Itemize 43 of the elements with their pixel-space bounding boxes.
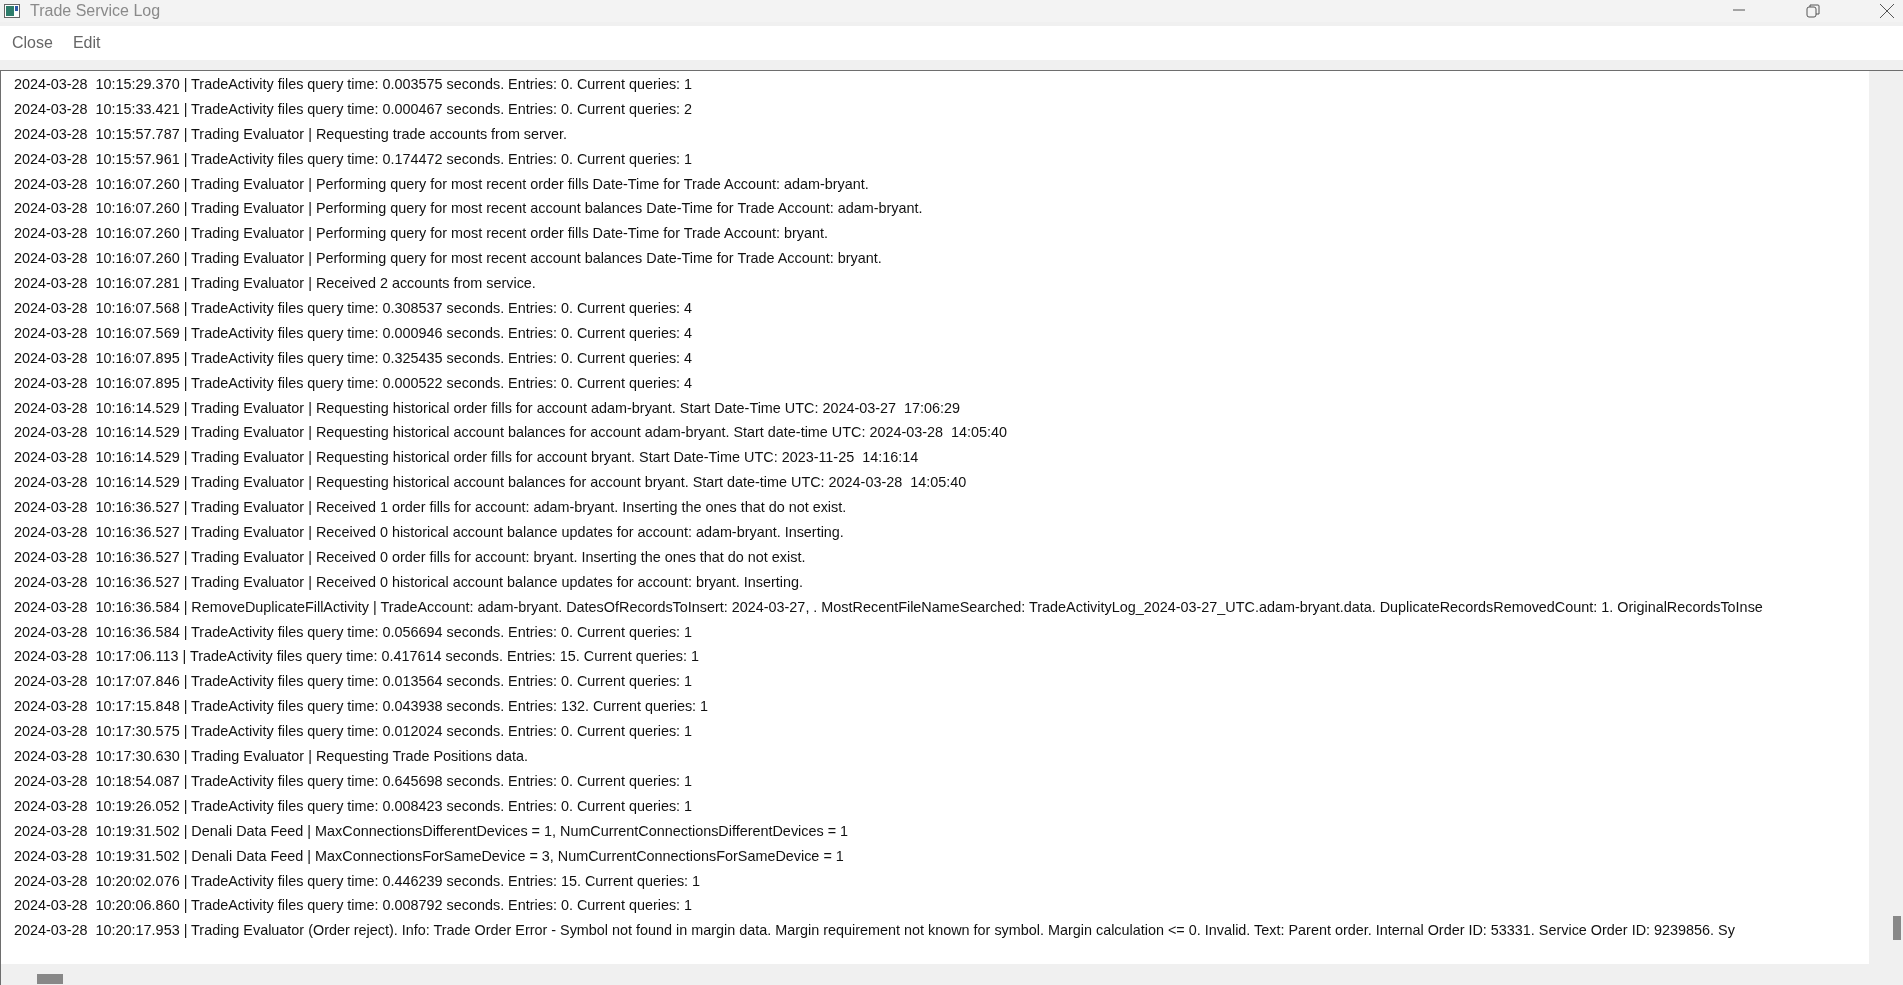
menu-item[interactable]: Edit — [66, 30, 107, 56]
log-line: 2024-03-28 10:16:36.584 | TradeActivity files query time: 0.056694 seconds. Entries: 0. Current queries: 1 — [13, 622, 693, 642]
app-icon — [4, 4, 20, 18]
log-line: 2024-03-28 10:16:14.529 | Trading Evaluator | Requesting historical order fills for account bryant. Start Date-Time UTC: 2023-11-25 14:16:14 — [13, 448, 919, 468]
log-line: 2024-03-28 10:17:30.630 | Trading Evaluator | Requesting Trade Positions data. — [13, 747, 528, 767]
log-line: 2024-03-28 10:15:57.787 | Trading Evaluator | Requesting trade accounts from server. — [13, 124, 568, 144]
restore-icon[interactable] — [1803, 1, 1823, 21]
log-line: 2024-03-28 10:20:06.860 | TradeActivity files query time: 0.008792 seconds. Entries: 0. Current queries: 1 — [13, 896, 693, 916]
log-line: 2024-03-28 10:19:31.502 | Denali Data Feed | MaxConnectionsDifferentDevices = 1, NumCurrentConnectionsDifferentDevices = 1 — [13, 821, 849, 841]
log-line: 2024-03-28 10:19:31.502 | Denali Data Feed | MaxConnectionsForSameDevice = 3, NumCurrentConnectionsForSameDevice = 1 — [13, 846, 844, 866]
log-line: 2024-03-28 10:16:36.527 | Trading Evaluator | Received 0 order fills for account: bryant. Inserting the ones that do not exist. — [13, 547, 806, 567]
log-line: 2024-03-28 10:17:06.113 | TradeActivity files query time: 0.417614 seconds. Entries: 15. Current queries: 1 — [13, 647, 700, 667]
log-line: 2024-03-28 10:16:07.260 | Trading Evaluator | Performing query for most recent order fills Date-Time for Trade Account: adam-bryant. — [13, 174, 869, 194]
log-line: 2024-03-28 10:16:14.529 | Trading Evaluator | Requesting historical account balances for account adam-bryant. Start date-time UTC: 2024-03-28 14:05:40 — [13, 423, 1008, 443]
log-line: 2024-03-28 10:16:07.569 | TradeActivity files query time: 0.000946 seconds. Entries: 0. Current queries: 4 — [13, 323, 693, 343]
log-line: 2024-03-28 10:16:07.281 | Trading Evaluator | Received 2 accounts from service. — [13, 274, 536, 294]
log-line: 2024-03-28 10:16:14.529 | Trading Evaluator | Requesting historical account balances for account bryant. Start date-time UTC: 2024-03-28 14:05:40 — [13, 473, 967, 493]
log-line: 2024-03-28 10:16:36.527 | Trading Evaluator | Received 1 order fills for account: adam-bryant. Inserting the ones that do not exist. — [13, 498, 847, 518]
log-line: 2024-03-28 10:20:17.953 | Trading Evaluator (Order reject). Info: Trade Order Error - Symbol not found in margin data. Margin requirement not known for symbol. Margin calculation <= 0. Invalid. Text: Parent order. Internal Order ID: 53331. Service Order ID: 9239856. Sy — [13, 921, 1735, 941]
log-line: 2024-03-28 10:16:14.529 | Trading Evaluator | Requesting historical order fills for account adam-bryant. Start Date-Time UTC: 2024-03-27 17:06:29 — [13, 398, 961, 418]
log-line: 2024-03-28 10:15:29.370 | TradeActivity files query time: 0.003575 seconds. Entries: 0. Current queries: 1 — [13, 75, 693, 94]
log-line: 2024-03-28 10:15:57.961 | TradeActivity files query time: 0.174472 seconds. Entries: 0. Current queries: 1 — [13, 149, 693, 169]
log-line: 2024-03-28 10:15:33.421 | TradeActivity files query time: 0.000467 seconds. Entries: 0. Current queries: 2 — [13, 99, 693, 119]
log-line: 2024-03-28 10:16:07.260 | Trading Evaluator | Performing query for most recent order fills Date-Time for Trade Account: bryant. — [13, 224, 829, 244]
log-line: 2024-03-28 10:16:36.527 | Trading Evaluator | Received 0 historical account balance updates for account: adam-bryant. Inserting. — [13, 523, 844, 543]
log-line: 2024-03-28 10:16:07.568 | TradeActivity files query time: 0.308537 seconds. Entries: 0. Current queries: 4 — [13, 299, 693, 318]
log-line: 2024-03-28 10:17:07.846 | TradeActivity files query time: 0.013564 seconds. Entries: 0. Current queries: 1 — [13, 672, 693, 692]
log-line: 2024-03-28 10:17:30.575 | TradeActivity files query time: 0.012024 seconds. Entries: 0. Current queries: 1 — [13, 722, 693, 742]
log-line: 2024-03-28 10:16:07.260 | Trading Evaluator | Performing query for most recent account balances Date-Time for Trade Account: bryant. — [13, 249, 882, 269]
log-line: 2024-03-28 10:16:07.895 | TradeActivity files query time: 0.000522 seconds. Entries: 0. Current queries: 4 — [13, 373, 693, 393]
close-icon[interactable] — [1877, 1, 1897, 21]
scrollbar-thumb[interactable] — [37, 974, 63, 984]
log-line: 2024-03-28 10:17:15.848 | TradeActivity files query time: 0.043938 seconds. Entries: 132. Current queries: 1 — [13, 697, 709, 717]
menu-item[interactable]: Close — [6, 30, 59, 56]
log-line: 2024-03-28 10:16:36.527 | Trading Evaluator | Received 0 historical account balance updates for account: bryant. Inserting. — [13, 572, 804, 592]
scrollbar-thumb[interactable] — [1893, 916, 1901, 940]
log-line: 2024-03-28 10:19:26.052 | TradeActivity files query time: 0.008423 seconds. Entries: 0. Current queries: 1 — [13, 796, 693, 816]
log-line: 2024-03-28 10:16:36.584 | RemoveDuplicateFillActivity | TradeAccount: adam-bryant. DatesOfRecordsToInsert: 2024-03-27, . MostRecentFileNameSearched: TradeActivityLog_2024-03-27_UTC.adam-bryant.data. DuplicateRecordsRemovedCount: 1. OriginalRecordsToInse — [13, 597, 1763, 617]
log-line: 2024-03-28 10:18:54.087 | TradeActivity files query time: 0.645698 seconds. Entries: 0. Current queries: 1 — [13, 771, 693, 791]
log-line: 2024-03-28 10:20:02.076 | TradeActivity files query time: 0.446239 seconds. Entries: 15. Current queries: 1 — [13, 871, 701, 891]
window-title: Trade Service Log — [30, 2, 162, 20]
log-line: 2024-03-28 10:16:07.260 | Trading Evaluator | Performing query for most recent account balances Date-Time for Trade Account: adam-bryant. — [13, 199, 923, 219]
log-line: 2024-03-28 10:16:07.895 | TradeActivity files query time: 0.325435 seconds. Entries: 0. Current queries: 4 — [13, 348, 693, 368]
